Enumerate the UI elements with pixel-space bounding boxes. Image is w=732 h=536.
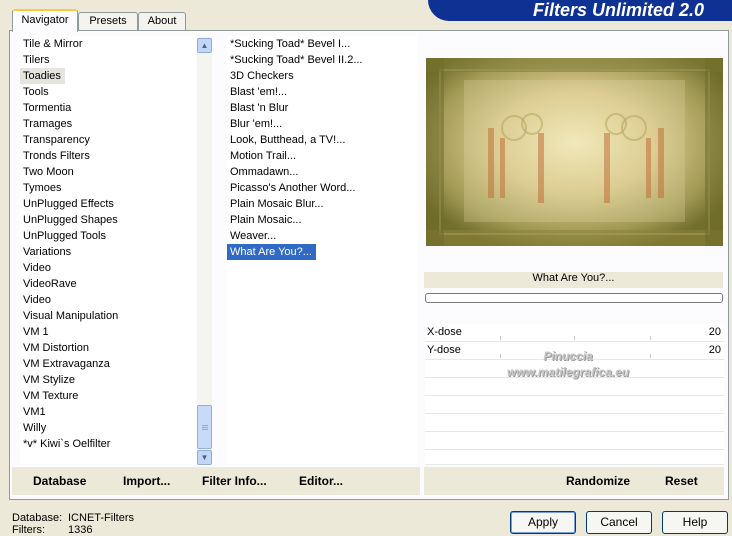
param-row-empty (425, 378, 724, 396)
left-toolbar: Database Import... Filter Info... Editor… (12, 467, 420, 495)
filter-item[interactable]: Blur 'em!... (227, 116, 417, 132)
category-item[interactable]: Tormentia (20, 100, 196, 116)
status-database-label: Database: (12, 512, 63, 524)
filter-item[interactable]: *Sucking Toad* Bevel II.2... (227, 52, 417, 68)
category-item[interactable]: Video (20, 292, 196, 308)
database-button[interactable]: Database (33, 474, 86, 488)
status-filters-label: Filters: (12, 524, 45, 536)
filter-item[interactable]: Motion Trail... (227, 148, 417, 164)
category-item[interactable]: Willy (20, 420, 196, 436)
filter-item[interactable]: Ommadawn... (227, 164, 417, 180)
category-item[interactable]: VM Distortion (20, 340, 196, 356)
watermark-line2: www.matilegrafica.eu (506, 365, 630, 379)
category-item[interactable]: VM 1 (20, 324, 196, 340)
param-row-empty (425, 396, 724, 414)
param-row-empty (425, 450, 724, 465)
category-item[interactable]: Tymoes (20, 180, 196, 196)
scroll-up-button[interactable]: ▲ (197, 38, 212, 53)
param-row-empty (425, 432, 724, 450)
filter-item[interactable]: Plain Mosaic Blur... (227, 196, 417, 212)
category-item[interactable]: VM Stylize (20, 372, 196, 388)
filter-item[interactable]: Plain Mosaic... (227, 212, 417, 228)
scroll-down-button[interactable]: ▼ (197, 450, 212, 465)
tab-presets[interactable]: Presets (78, 12, 138, 30)
category-item[interactable]: Video (20, 260, 196, 276)
progress-bar (425, 293, 723, 303)
status-database-value: ICNET-Filters (68, 512, 134, 524)
scroll-thumb[interactable] (197, 405, 212, 449)
status-area: Database: ICNET-Filters Filters: 1336 (12, 512, 134, 536)
right-toolbar: Randomize Reset (424, 467, 724, 495)
cancel-button[interactable]: Cancel (586, 511, 652, 534)
filter-item[interactable]: *Sucking Toad* Bevel I... (227, 36, 417, 52)
filter-item[interactable]: What Are You?... (227, 244, 316, 260)
param-label: Y-dose (427, 344, 461, 356)
category-item[interactable]: Tilers (20, 52, 196, 68)
category-item[interactable]: UnPlugged Shapes (20, 212, 196, 228)
param-value[interactable]: 20 (709, 324, 721, 341)
category-item[interactable]: Two Moon (20, 164, 196, 180)
category-item[interactable]: Tronds Filters (20, 148, 196, 164)
tab-navigator[interactable]: Navigator (12, 9, 78, 32)
preview-image (426, 58, 723, 246)
selected-filter-name: What Are You?... (424, 272, 723, 288)
app-banner: Filters Unlimited 2.0 (428, 0, 732, 21)
category-item[interactable]: Variations (20, 244, 196, 260)
category-item[interactable]: VM Texture (20, 388, 196, 404)
status-filters-value: 1336 (68, 524, 93, 536)
category-list[interactable]: Tile & Mirror Tilers Toadies Tools Tormentia… (20, 36, 196, 464)
category-item[interactable]: Toadies (20, 68, 65, 84)
filter-info-button[interactable]: Filter Info... (202, 474, 267, 488)
param-row-empty (425, 414, 724, 432)
category-item[interactable]: Tools (20, 84, 196, 100)
category-item[interactable]: UnPlugged Tools (20, 228, 196, 244)
filter-list[interactable]: *Sucking Toad* Bevel I... *Sucking Toad* … (227, 36, 417, 464)
category-item[interactable]: VideoRave (20, 276, 196, 292)
watermark-line1: Pinuccia (543, 349, 593, 363)
filter-item[interactable]: 3D Checkers (227, 68, 417, 84)
editor-button[interactable]: Editor... (299, 474, 343, 488)
help-button[interactable]: Help (662, 511, 728, 534)
import-button[interactable]: Import... (123, 474, 170, 488)
filter-item[interactable]: Blast 'em!... (227, 84, 417, 100)
param-row-x-dose[interactable]: X-dose 20 (425, 324, 724, 342)
filter-item[interactable]: Weaver... (227, 228, 417, 244)
category-item[interactable]: Tramages (20, 116, 196, 132)
filter-item[interactable]: Picasso's Another Word... (227, 180, 417, 196)
apply-button[interactable]: Apply (510, 511, 576, 534)
category-item[interactable]: Tile & Mirror (20, 36, 196, 52)
param-value[interactable]: 20 (709, 342, 721, 359)
reset-button[interactable]: Reset (665, 474, 698, 488)
category-item[interactable]: *v* Kiwi`s Oelfilter (20, 436, 196, 452)
param-label: X-dose (427, 326, 462, 338)
watermark: Pinuccia www.matilegrafica.eu (468, 348, 668, 380)
category-item[interactable]: VM1 (20, 404, 196, 420)
tab-about[interactable]: About (138, 12, 186, 30)
category-item[interactable]: Transparency (20, 132, 196, 148)
category-item[interactable]: VM Extravaganza (20, 356, 196, 372)
filter-item[interactable]: Blast 'n Blur (227, 100, 417, 116)
category-item[interactable]: Visual Manipulation (20, 308, 196, 324)
category-scrollbar[interactable]: ▲ ▼ (197, 37, 212, 465)
randomize-button[interactable]: Randomize (566, 474, 630, 488)
preview-art (426, 58, 723, 246)
category-item[interactable]: UnPlugged Effects (20, 196, 196, 212)
filter-item[interactable]: Look, Butthead, a TV!... (227, 132, 417, 148)
